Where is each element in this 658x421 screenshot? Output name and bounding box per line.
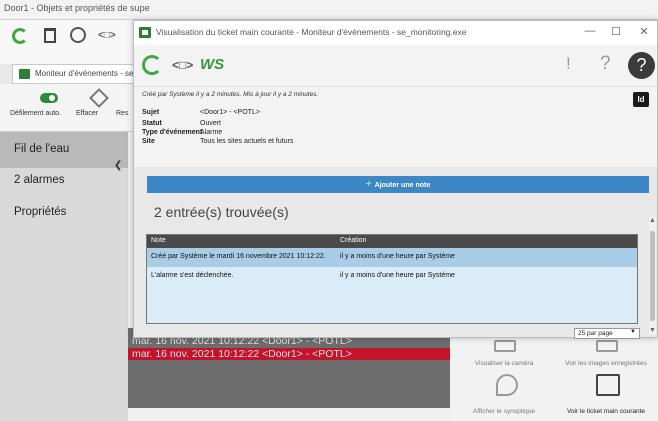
table-cell: L'alarme s'est déclenchée. <box>151 272 234 279</box>
toggle-icon[interactable] <box>40 93 58 103</box>
ticket-info: Créé par Système il y a 2 minutes. Mis à… <box>134 87 657 167</box>
background-window-title: Door1 - Objets et propriétés de supe <box>4 3 150 13</box>
alert-icon[interactable]: ! <box>566 54 571 74</box>
link-icon[interactable]: <□> <box>98 30 116 41</box>
link-icon[interactable]: <□> <box>172 58 193 72</box>
scroll-up-icon[interactable]: ▲ <box>649 217 656 224</box>
eraser-icon[interactable] <box>89 88 109 108</box>
column-header-creation[interactable]: Création <box>340 237 366 244</box>
sidebar-item-alarms[interactable]: 2 alarmes <box>0 163 128 199</box>
field-label-site: Site <box>142 138 155 145</box>
auto-scroll-button[interactable]: Défilement auto. <box>10 110 61 117</box>
minimize-icon[interactable]: — <box>582 25 598 39</box>
dialog-title: Visualisation du ticket main courante - … <box>156 27 467 37</box>
field-label-status: Statut <box>142 120 162 127</box>
dialog-titlebar: Visualisation du ticket main courante - … <box>134 21 657 45</box>
table-cell: il y a moins d'une heure par Système <box>340 272 455 279</box>
tab-label: Moniteur d'événements - se <box>35 69 134 78</box>
map-pin-icon[interactable] <box>496 374 518 396</box>
history-icon[interactable] <box>70 27 86 43</box>
camera-icon[interactable] <box>494 340 516 352</box>
plus-icon: + <box>365 179 372 190</box>
id-badge[interactable]: Id <box>633 92 649 107</box>
notes-section: + Ajouter une note 2 entrée(s) trouvée(s)… <box>134 167 657 339</box>
background-toolbar: <□> <box>0 20 140 64</box>
maximize-icon[interactable]: ☐ <box>608 25 624 39</box>
event-log: mar. 16 nov. 2021 10:12:22 <Door1> - <PO… <box>128 328 450 408</box>
scrollbar[interactable]: ▲ ▼ <box>649 217 656 335</box>
view-camera-button[interactable]: Visualiser la caméra <box>454 360 554 367</box>
reset-button[interactable]: Res <box>116 110 128 117</box>
view-ticket-button[interactable]: Voir le ticket main courante <box>556 408 656 415</box>
scroll-down-icon[interactable]: ▼ <box>649 327 656 334</box>
dialog-toolbar: <□> WS ! ? ? <box>134 45 657 87</box>
help-icon[interactable]: ? <box>600 53 611 75</box>
notes-table: Note Création Créé par Système le mardi … <box>146 234 638 324</box>
scroll-thumb[interactable] <box>650 231 655 321</box>
app-icon <box>19 69 30 79</box>
per-page-select[interactable]: 25 par page ▼ <box>574 328 640 339</box>
table-row[interactable]: L'alarme s'est déclenchée. il y a moins … <box>147 267 637 286</box>
ticket-dialog: Visualisation du ticket main courante - … <box>133 20 658 339</box>
table-cell: Créé par Système le mardi 16 novembre 20… <box>151 253 326 260</box>
actions-panel: Visualiser la caméra Voir les images enr… <box>452 328 658 421</box>
per-page-value: 25 par page <box>578 330 613 337</box>
log-line-alarm[interactable]: mar. 16 nov. 2021 10:12:22 <Door1> - <PO… <box>128 348 450 360</box>
clear-button[interactable]: Effacer <box>76 110 98 117</box>
collapse-sidebar-icon[interactable]: ❮ <box>114 160 126 174</box>
table-cell: il y a moins d'une heure par Système <box>340 253 455 260</box>
refresh-icon[interactable] <box>142 55 162 75</box>
refresh-icon[interactable] <box>12 28 28 44</box>
entries-count: 2 entrée(s) trouvée(s) <box>154 204 289 220</box>
table-empty-area <box>147 286 637 323</box>
table-header: Note Création <box>147 235 637 248</box>
help-avatar-icon[interactable]: ? <box>628 52 655 79</box>
column-header-note[interactable]: Note <box>151 237 166 244</box>
tab-event-monitor[interactable]: Moniteur d'événements - se <box>12 64 140 84</box>
ribbon: Défilement auto. Effacer Res <box>0 84 140 132</box>
field-value-subject: <Door1> - <POTL> <box>200 109 260 116</box>
field-value-status: Ouvert <box>200 120 222 127</box>
recorded-images-icon[interactable] <box>596 340 618 352</box>
field-value-site: Tous les sites actuels et futurs <box>200 138 294 145</box>
show-synoptic-button[interactable]: Afficher le synoptique <box>454 408 554 415</box>
background-window-titlebar: Door1 - Objets et propriétés de supe <box>0 0 658 20</box>
view-recordings-button[interactable]: Voir les images enregistrées <box>556 360 656 367</box>
app-icon <box>139 27 151 38</box>
sidebar: Fil de l'eau 2 alarmes Propriétés <box>0 132 128 421</box>
chevron-down-icon: ▼ <box>630 329 636 335</box>
ws-logo: WS <box>200 56 225 73</box>
close-icon[interactable]: ✕ <box>636 25 652 39</box>
field-label-event-type: Type d'événement <box>142 129 203 136</box>
add-note-button[interactable]: + Ajouter une note <box>147 176 649 193</box>
created-text: Créé par Système il y a 2 minutes. Mis à… <box>142 91 319 98</box>
sidebar-item-properties[interactable]: Propriétés <box>0 195 128 231</box>
table-row[interactable]: Créé par Système le mardi 16 novembre 20… <box>147 248 637 267</box>
add-note-label: Ajouter une note <box>374 182 431 189</box>
field-value-event-type: Alarme <box>200 129 223 136</box>
ticket-icon[interactable] <box>596 374 620 396</box>
field-label-subject: Sujet <box>142 109 160 116</box>
trash-icon[interactable] <box>44 28 56 43</box>
